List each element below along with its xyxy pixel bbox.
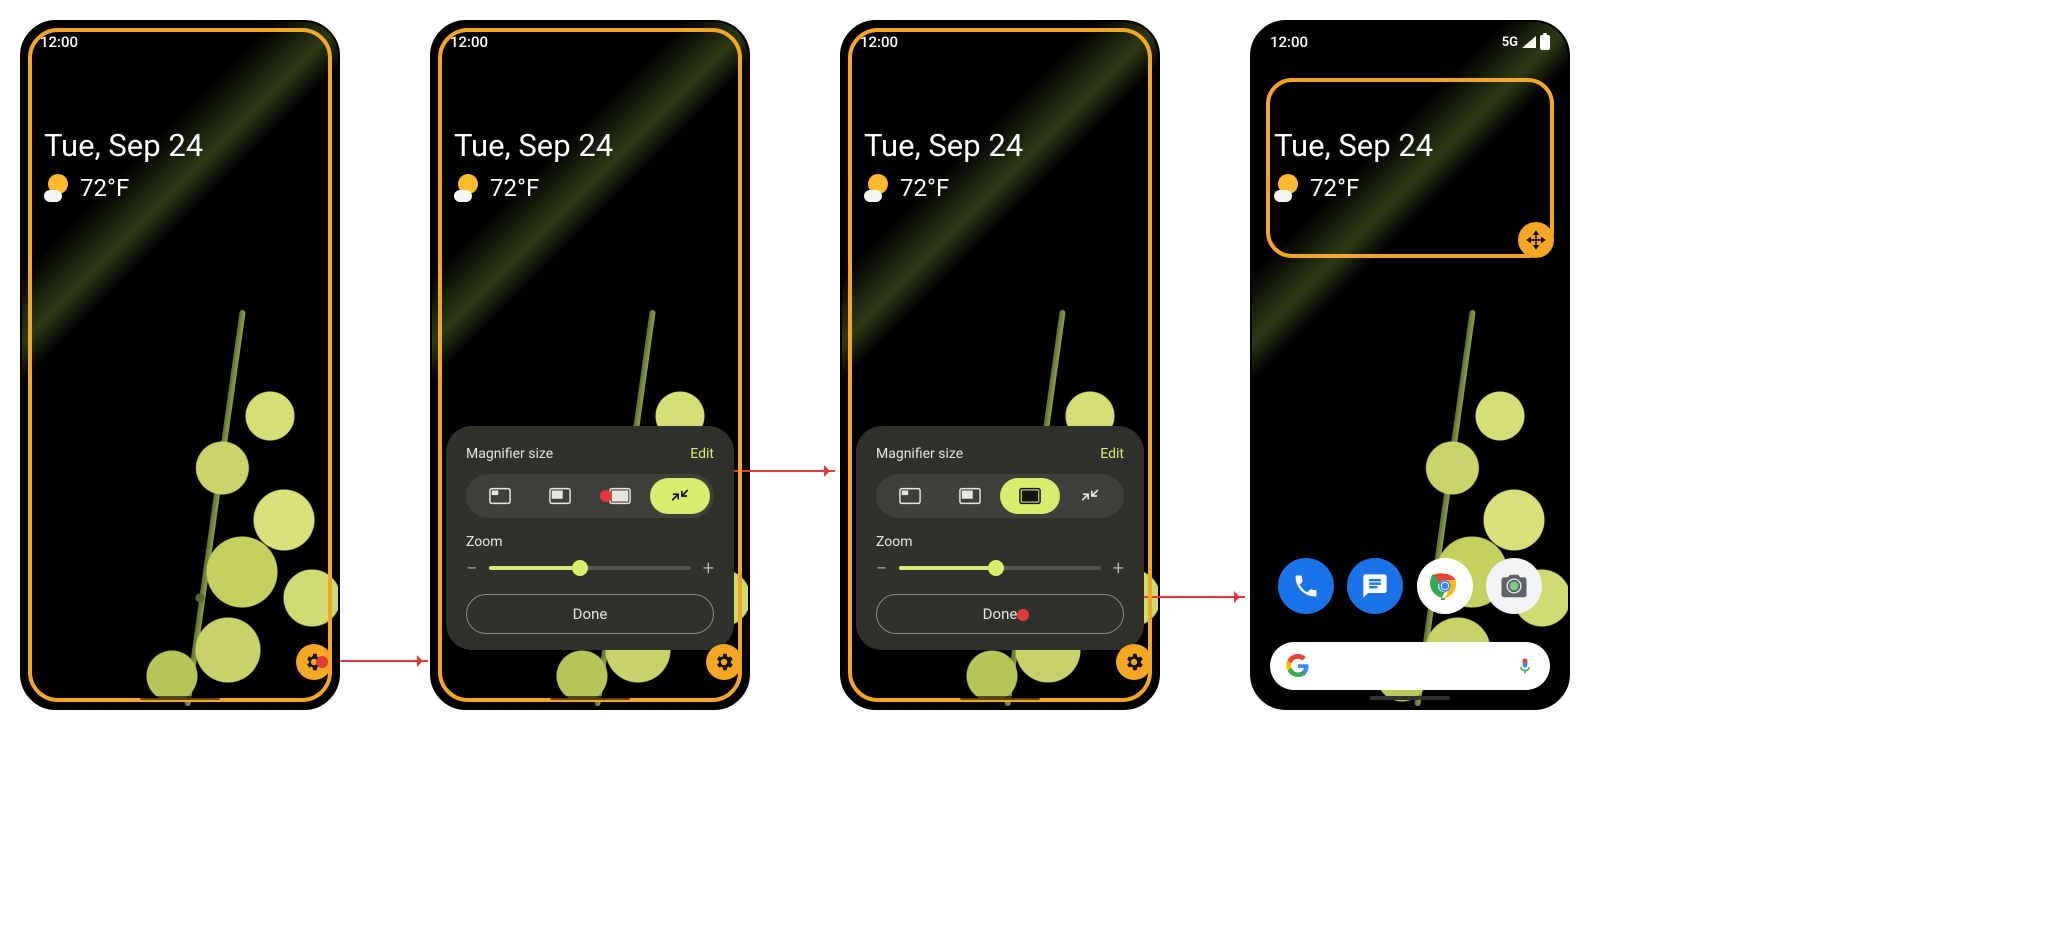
size-option-medium[interactable]	[530, 478, 590, 514]
magnifier-settings-button[interactable]	[1116, 644, 1152, 680]
gear-icon	[1123, 651, 1145, 673]
status-right: 5G	[1502, 35, 1550, 50]
messages-app-icon[interactable]	[1347, 558, 1403, 614]
size-option-small[interactable]	[880, 478, 940, 514]
status-time: 12:00	[40, 33, 78, 51]
expand-icon	[1079, 487, 1101, 505]
nav-pill[interactable]	[140, 696, 220, 700]
phone-screen-3: 12:00 Tue, Sep 24 72°F Magnifier size Ed…	[840, 20, 1160, 710]
done-label: Done	[983, 605, 1018, 623]
size-large-icon	[1019, 487, 1041, 505]
callout-dot	[600, 490, 612, 502]
magnifier-outline-partial[interactable]	[1266, 78, 1554, 258]
gear-icon	[713, 651, 735, 673]
status-bar: 12:00	[842, 22, 1158, 62]
weather-icon	[44, 174, 72, 202]
size-option-small[interactable]	[470, 478, 530, 514]
mic-icon[interactable]	[1516, 654, 1534, 678]
size-option-fullscreen[interactable]	[1060, 478, 1120, 514]
status-time: 12:00	[860, 33, 898, 51]
zoom-increase-button[interactable]: +	[703, 556, 714, 580]
size-small-icon	[489, 487, 511, 505]
google-search-bar[interactable]	[1270, 642, 1550, 690]
date-widget[interactable]: Tue, Sep 24	[864, 127, 1136, 164]
magnifier-move-handle[interactable]	[1518, 222, 1554, 258]
size-medium-icon	[959, 487, 981, 505]
temperature-label: 72°F	[490, 174, 539, 202]
date-widget[interactable]: Tue, Sep 24	[44, 127, 316, 164]
callout-dot	[316, 656, 328, 668]
phone-screen-1: 12:00 Tue, Sep 24 72°F	[20, 20, 340, 710]
status-bar: 12:00	[22, 22, 338, 62]
date-widget[interactable]: Tue, Sep 24	[454, 127, 726, 164]
zoom-slider[interactable]	[489, 566, 690, 570]
phone-screen-2: 12:00 Tue, Sep 24 72°F Magnifier size Ed…	[430, 20, 750, 710]
done-button[interactable]: Done	[876, 594, 1124, 634]
app-dock	[1270, 542, 1550, 630]
zoom-slider-row: − +	[876, 556, 1124, 580]
zoom-decrease-button[interactable]: −	[876, 556, 887, 580]
zoom-label: Zoom	[466, 534, 714, 550]
weather-icon	[454, 174, 482, 202]
done-label: Done	[573, 605, 608, 623]
zoom-decrease-button[interactable]: −	[466, 556, 477, 580]
weather-widget[interactable]: 72°F	[454, 174, 726, 202]
flow-arrow-1	[340, 660, 428, 662]
status-bar: 12:00 5G	[1252, 22, 1568, 62]
zoom-label: Zoom	[876, 534, 1124, 550]
nav-pill[interactable]	[960, 696, 1040, 700]
magnifier-settings-panel: Magnifier size Edit Zoom − + Done	[856, 426, 1144, 650]
nav-pill[interactable]	[550, 696, 630, 700]
google-icon	[1286, 654, 1310, 678]
edit-button[interactable]: Edit	[1100, 446, 1124, 462]
weather-widget[interactable]: 72°F	[44, 174, 316, 202]
expand-icon	[669, 487, 691, 505]
zoom-slider[interactable]	[899, 566, 1100, 570]
move-icon	[1526, 230, 1546, 250]
size-small-icon	[899, 487, 921, 505]
temperature-label: 72°F	[900, 174, 949, 202]
zoom-increase-button[interactable]: +	[1113, 556, 1124, 580]
status-bar: 12:00	[432, 22, 748, 62]
home-widgets: Tue, Sep 24 72°F	[864, 77, 1136, 202]
phone-app-icon[interactable]	[1278, 558, 1334, 614]
weather-widget[interactable]: 72°F	[864, 174, 1136, 202]
magnifier-title: Magnifier size	[466, 446, 553, 462]
status-time: 12:00	[450, 33, 488, 51]
nav-pill[interactable]	[1370, 696, 1450, 700]
size-option-medium[interactable]	[940, 478, 1000, 514]
edit-button[interactable]: Edit	[690, 446, 714, 462]
weather-icon	[864, 174, 892, 202]
camera-app-icon[interactable]	[1486, 558, 1542, 614]
chrome-app-icon[interactable]	[1417, 558, 1473, 614]
battery-icon	[1540, 35, 1550, 50]
home-widgets: Tue, Sep 24 72°F	[454, 77, 726, 202]
magnifier-title: Magnifier size	[876, 446, 963, 462]
size-option-fullscreen[interactable]	[650, 478, 710, 514]
network-label: 5G	[1502, 35, 1518, 50]
magnifier-settings-button[interactable]	[706, 644, 742, 680]
magnifier-size-segmented	[876, 474, 1124, 518]
callout-dot	[1017, 609, 1029, 621]
zoom-slider-row: − +	[466, 556, 714, 580]
home-widgets: Tue, Sep 24 72°F	[44, 77, 316, 202]
signal-icon	[1522, 36, 1536, 48]
size-medium-icon	[549, 487, 571, 505]
magnifier-size-segmented	[466, 474, 714, 518]
size-option-large[interactable]	[590, 478, 650, 514]
status-time: 12:00	[1270, 33, 1308, 51]
phone-screen-4: 12:00 5G Tue, Sep 24 72°F	[1250, 20, 1570, 710]
done-button[interactable]: Done	[466, 594, 714, 634]
magnifier-settings-panel: Magnifier size Edit Zoom − + Done	[446, 426, 734, 650]
temperature-label: 72°F	[80, 174, 129, 202]
size-large-icon	[609, 487, 631, 505]
size-option-large[interactable]	[1000, 478, 1060, 514]
